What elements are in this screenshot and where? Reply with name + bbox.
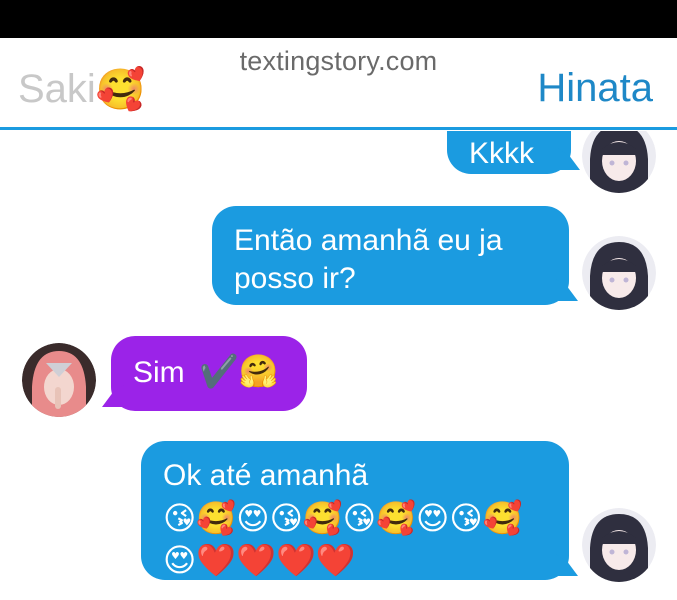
- hinata-avatar: [582, 131, 656, 193]
- saki-avatar: [22, 343, 96, 417]
- hinata-avatar: [582, 236, 656, 310]
- emoji-kisses-hearts-icon: 😘🥰😍😘🥰😘🥰😍😘🥰😍❤️❤️❤️❤️: [163, 499, 523, 579]
- message-bubble-sent[interactable]: Kkkk: [447, 131, 571, 174]
- message-bubble-received[interactable]: Sim ✔️🤗: [111, 336, 307, 411]
- check-emoji-icon: ✔️🤗: [199, 352, 279, 390]
- message-text: Sim: [133, 356, 185, 389]
- message-bubble-sent[interactable]: Ok até amanhã 😘🥰😍😘🥰😘🥰😍😘🥰😍❤️❤️❤️❤️: [141, 441, 569, 580]
- status-bar: [0, 0, 677, 38]
- message-bubble-sent[interactable]: Então amanhã eu ja posso ir?: [212, 206, 569, 305]
- message-text: Então amanhã eu ja posso ir?: [234, 224, 503, 295]
- message-text: Ok até amanhã: [163, 459, 369, 492]
- chat-header: textingstory.com Saki 🥰 Hinata: [0, 38, 677, 130]
- hinata-avatar: [582, 508, 656, 582]
- message-thread[interactable]: Kkkk Então amanhã eu ja posso ir? Sim ✔️…: [0, 131, 677, 600]
- contact-right-name[interactable]: Hinata: [537, 66, 653, 111]
- contact-left[interactable]: Saki 🥰: [18, 66, 146, 113]
- smiling-hearts-emoji-icon: 🥰: [95, 67, 146, 113]
- contact-left-name: Saki: [18, 67, 96, 111]
- message-text: Kkkk: [469, 137, 535, 170]
